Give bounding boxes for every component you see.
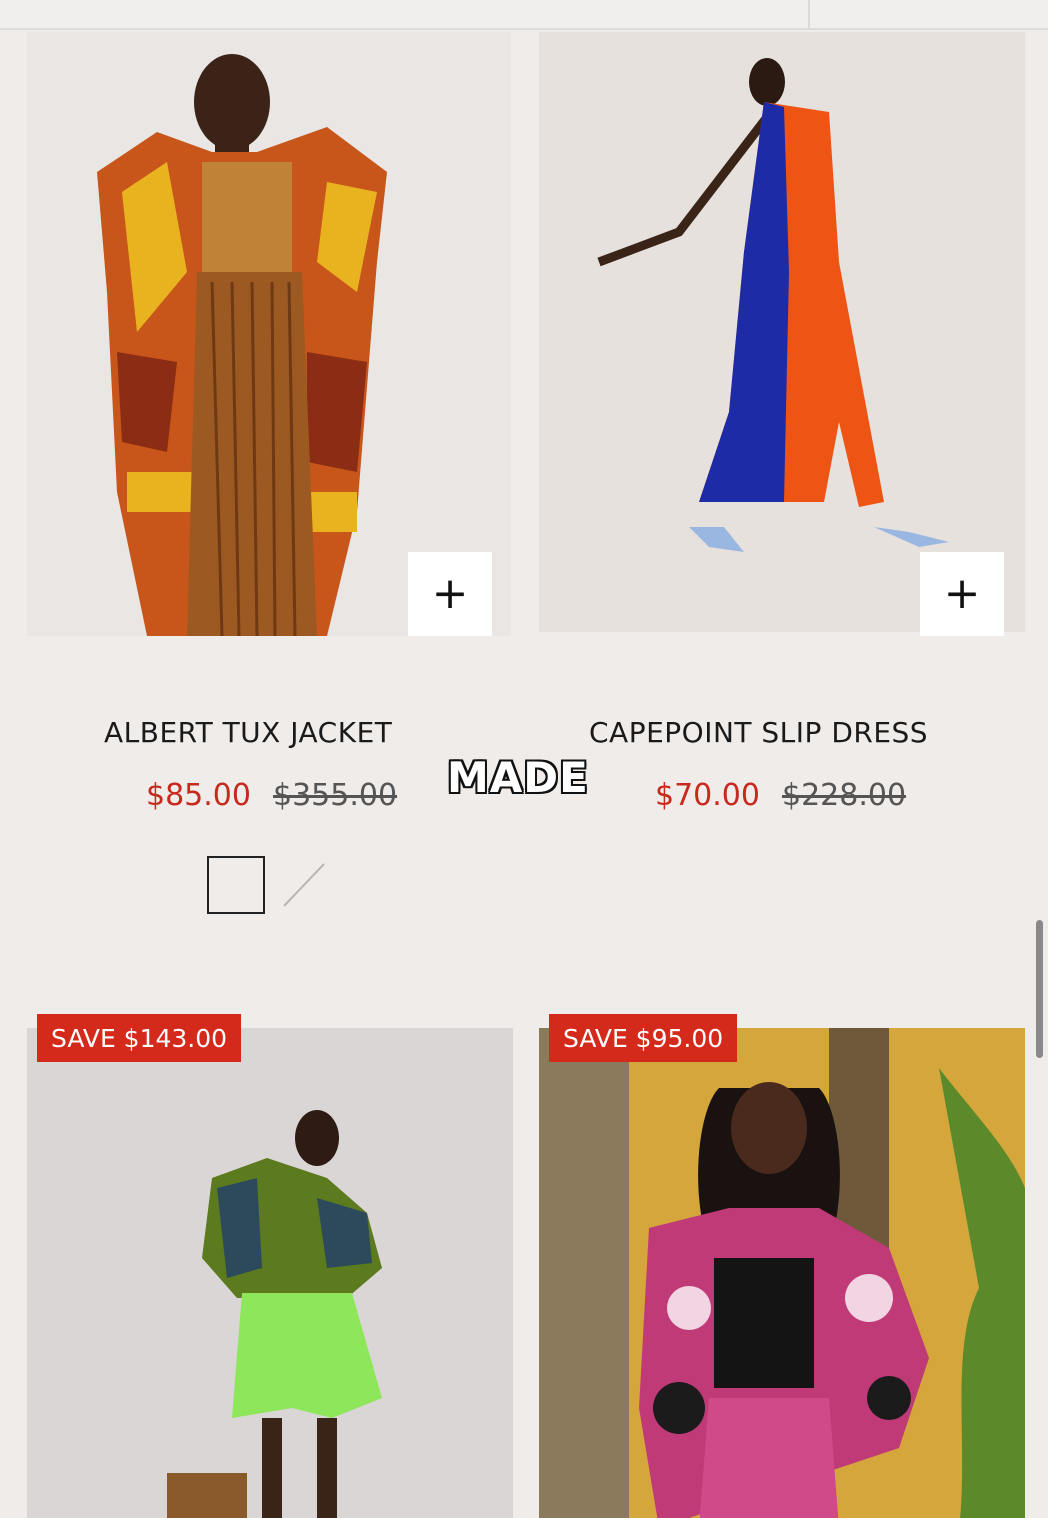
product-image[interactable] <box>539 1028 1025 1518</box>
plus-icon: + <box>943 568 981 619</box>
original-price: $228.00 <box>781 778 907 813</box>
plus-icon: + <box>431 568 469 619</box>
color-swatch[interactable] <box>207 856 265 914</box>
video-caption-overlay: MADE <box>447 753 589 802</box>
product-image-capepoint-slip-dress[interactable] <box>539 32 1025 632</box>
product-price: $85.00 $355.00 <box>146 778 397 813</box>
sale-price: $85.00 <box>146 778 251 813</box>
save-badge: SAVE $95.00 <box>549 1014 738 1062</box>
sale-price: $70.00 <box>655 778 760 813</box>
add-to-cart-button[interactable]: + <box>920 552 1004 636</box>
model-in-orange-blue-dress-image <box>539 32 1025 632</box>
product-price: $70.00 $228.00 <box>655 778 906 813</box>
product-image-albert-tux-jacket[interactable] <box>27 32 511 636</box>
unavailable-swatch-icon[interactable] <box>280 858 328 910</box>
model-in-green-skirt-image <box>27 1028 513 1518</box>
add-to-cart-button[interactable]: + <box>408 552 492 636</box>
product-title[interactable]: ALBERT TUX JACKET <box>104 716 392 749</box>
scrollbar-thumb[interactable] <box>1036 920 1043 1058</box>
save-badge: SAVE $143.00 <box>37 1014 242 1062</box>
original-price: $355.00 <box>272 778 398 813</box>
top-bar-divider <box>808 0 810 30</box>
browser-top-bar <box>0 0 1048 30</box>
model-in-pink-print-outfit-image <box>539 1028 1025 1518</box>
product-title[interactable]: CAPEPOINT SLIP DRESS <box>589 716 928 749</box>
product-image[interactable] <box>27 1028 513 1518</box>
model-in-patterned-jacket-image <box>27 32 511 636</box>
